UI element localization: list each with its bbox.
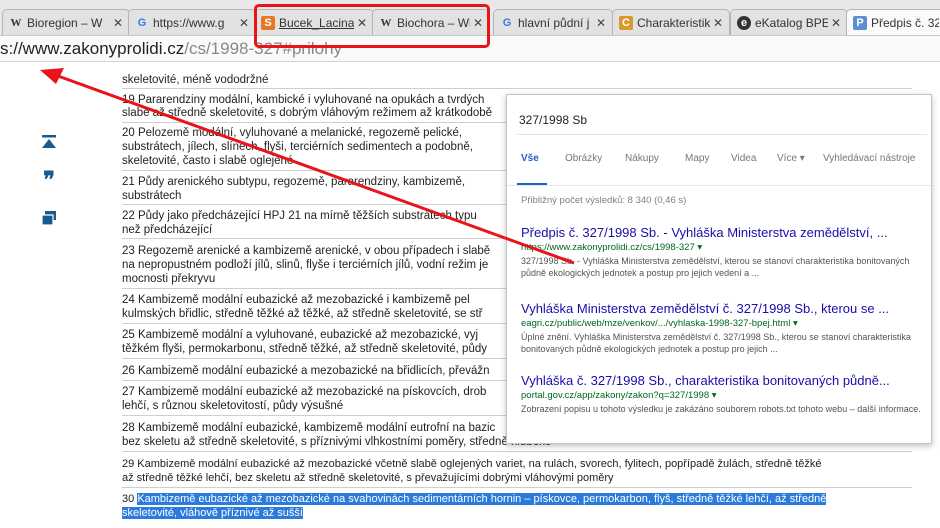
google-icon: G (502, 17, 512, 29)
tab-title: Charakteristik (637, 16, 710, 30)
paragraph-30-cont[interactable]: skeletovité, vláhově příznivé až sušší (122, 506, 912, 520)
tab-title: hlavní půdní j (518, 16, 590, 30)
search-result: Vyhláška Ministerstva zemědělství č. 327… (521, 301, 925, 355)
close-icon[interactable]: ✕ (596, 16, 606, 30)
paragraph-30[interactable]: 30 Kambizemě eubazické až mezobazické na… (122, 492, 912, 506)
result-title-link[interactable]: Vyhláška č. 327/1998 Sb., charakteristik… (521, 373, 925, 388)
google-icon: G (137, 17, 147, 29)
result-title-link[interactable]: Vyhláška Ministerstva zemědělství č. 327… (521, 301, 925, 316)
tab-google[interactable]: G https://www.g ✕ (128, 9, 256, 35)
tab-title: Předpis č. 327 (871, 16, 939, 30)
search-tab-tools[interactable]: Vyhledávací nástroje (823, 153, 915, 164)
result-url[interactable]: https://www.zakonyprolidi.cz/cs/1998-327… (521, 242, 925, 253)
close-icon[interactable]: ✕ (113, 16, 123, 30)
tab-bioregion[interactable]: W Bioregion – W ✕ (2, 9, 130, 35)
result-count: Přibližný počet výsledků: 8 340 (0,46 s) (521, 195, 687, 206)
wikipedia-icon: W (10, 17, 22, 29)
scroll-top-icon[interactable] (34, 128, 64, 156)
search-tab-images[interactable]: Obrázky (565, 153, 602, 164)
selected-text[interactable]: Kambizemě eubazické až mezobazické na sv… (137, 493, 827, 505)
search-results-popup: 327/1998 Sb Vše Obrázky Nákupy Mapy Vide… (506, 94, 932, 444)
result-snippet: Úplné znění. Vyhláška Ministerstva zeměd… (521, 332, 911, 354)
tab-charakteristik[interactable]: C Charakteristik ✕ (612, 9, 730, 35)
tab-ekatalog[interactable]: e eKatalog BPE ✕ (730, 9, 848, 35)
annotation-highlight-box (254, 4, 490, 48)
search-tab-shopping[interactable]: Nákupy (625, 153, 659, 164)
result-snippet: Zobrazení popisu u tohoto výsledku je za… (521, 404, 921, 414)
divider (122, 88, 912, 89)
sprout-icon: C (619, 16, 633, 30)
tab-title: eKatalog BPE (755, 16, 828, 30)
search-tab-all[interactable]: Vše (521, 153, 539, 164)
result-url[interactable]: portal.gov.cz/app/zakony/zakon?q=327/199… (521, 390, 925, 401)
close-icon[interactable]: ✕ (831, 16, 841, 30)
search-result: Předpis č. 327/1998 Sb. - Vyhláška Minis… (521, 225, 925, 279)
divider (122, 451, 912, 452)
search-result: Vyhláška č. 327/1998 Sb., charakteristik… (521, 373, 925, 415)
tab-title: https://www.g (153, 16, 225, 30)
divider (507, 185, 931, 186)
search-tab-more[interactable]: Více ▾ (777, 153, 805, 164)
paragraph-number: 30 (122, 493, 135, 505)
search-query-input[interactable]: 327/1998 Sb (517, 105, 927, 135)
search-tab-maps[interactable]: Mapy (685, 153, 709, 164)
paragraph-line: až středně těžké lehčí, bez skeletu až s… (122, 472, 614, 484)
tab-hlavni-pudni[interactable]: G hlavní půdní j ✕ (493, 9, 613, 35)
search-tab-videos[interactable]: Videa (731, 153, 756, 164)
result-title-link[interactable]: Předpis č. 327/1998 Sb. - Vyhláška Minis… (521, 225, 925, 240)
paragraph-line: 29 Kambizemě modální eubazické až mezoba… (122, 458, 822, 470)
selected-text[interactable]: skeletovité, vláhově příznivé až sušší (122, 507, 303, 519)
quote-icon[interactable]: ❞ (34, 166, 64, 194)
tab-predpis[interactable]: P Předpis č. 327 (846, 9, 940, 35)
zakony-icon: P (853, 16, 867, 30)
tab-title: Bioregion – W (27, 16, 103, 30)
ekatalog-icon: e (737, 16, 751, 30)
window-icon[interactable] (34, 204, 64, 232)
result-url[interactable]: eagri.cz/public/web/mze/venkov/.../vyhla… (521, 318, 925, 329)
divider (122, 487, 912, 488)
close-icon[interactable]: ✕ (713, 16, 723, 30)
paragraph-line: skeletovité, méně vododržné (122, 74, 269, 86)
close-icon[interactable]: ✕ (239, 16, 249, 30)
address-host: s://www.zakonyprolidi.cz (0, 39, 185, 58)
result-snippet: 327/1998 Sb. - Vyhláška Ministerstva zem… (521, 256, 910, 278)
search-tabs: Vše Obrázky Nákupy Mapy Videa Více ▾ Vyh… (507, 153, 931, 177)
